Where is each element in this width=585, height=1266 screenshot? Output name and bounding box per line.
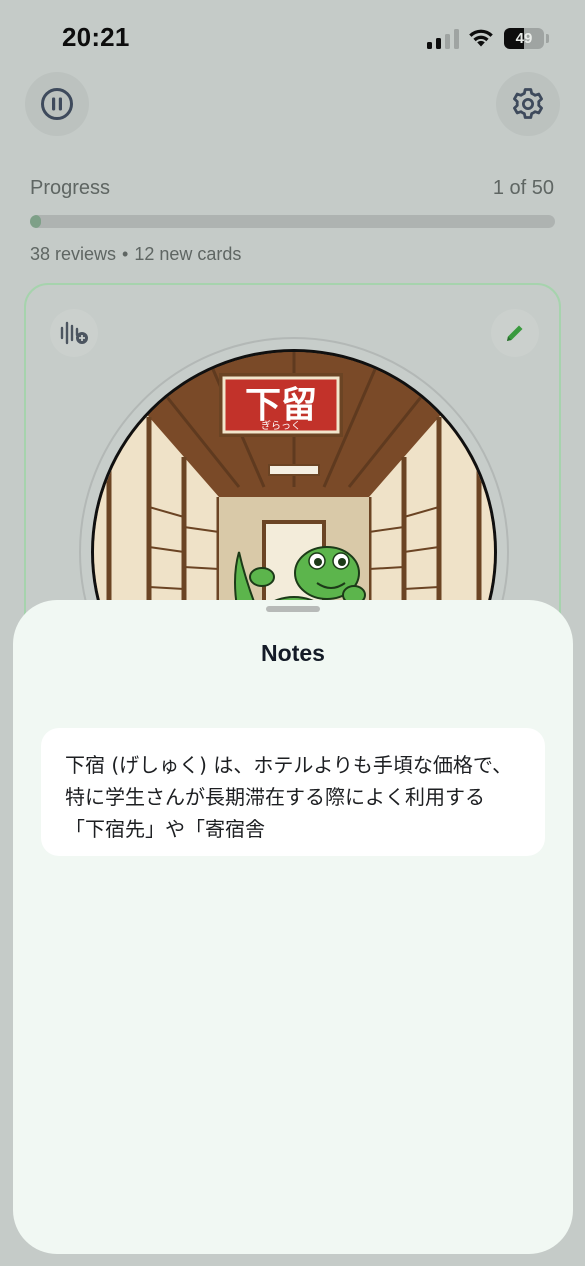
note-card[interactable]: 下宿 (げしゅく) は、ホテルよりも手頃な価格で、特に学生さんが長期滞在する際に… [41, 728, 545, 856]
settings-button[interactable] [496, 72, 560, 136]
status-bar: 20:21 49 [0, 0, 585, 78]
gear-icon [513, 88, 543, 119]
sheet-title: Notes [261, 640, 325, 666]
progress-bar [30, 215, 555, 228]
battery-icon: 49 [504, 28, 544, 49]
battery-cap [546, 34, 549, 43]
wifi-icon [469, 29, 493, 47]
notes-sheet[interactable]: Notes 下宿 (げしゅく) は、ホテルよりも手頃な価格で、特に学生さんが長期… [13, 600, 573, 1254]
status-time: 20:21 [62, 22, 130, 52]
review-stats: 38 reviews • 12 new cards [30, 244, 241, 265]
pencil-icon [507, 325, 523, 341]
note-text: 下宿 (げしゅく) は、ホテルよりも手頃な価格で、特に学生さんが長期滞在する際に… [65, 753, 513, 841]
waveform-plus-icon [60, 321, 88, 345]
sign-furigana: ぎらっく [261, 419, 301, 432]
progress-label: Progress [30, 177, 111, 199]
cellular-signal-icon [427, 29, 459, 49]
progress-count: 1 of 50 [492, 177, 554, 199]
pause-button[interactable] [25, 72, 89, 136]
progress-bar-fill [30, 215, 41, 228]
stats-separator: • [122, 244, 129, 264]
edit-card-button[interactable] [491, 309, 539, 357]
reviews-count: 38 reviews [30, 244, 117, 264]
audio-add-button[interactable] [50, 309, 98, 357]
sheet-grabber[interactable] [266, 606, 320, 612]
pause-icon [41, 88, 73, 120]
battery-level: 49 [515, 30, 533, 47]
new-cards-count: 12 new cards [134, 244, 242, 264]
app-screen: 20:21 49 Progress 1 of 50 38 reviews • 1… [0, 0, 585, 1266]
sign-kanji: 下留 [245, 385, 317, 426]
